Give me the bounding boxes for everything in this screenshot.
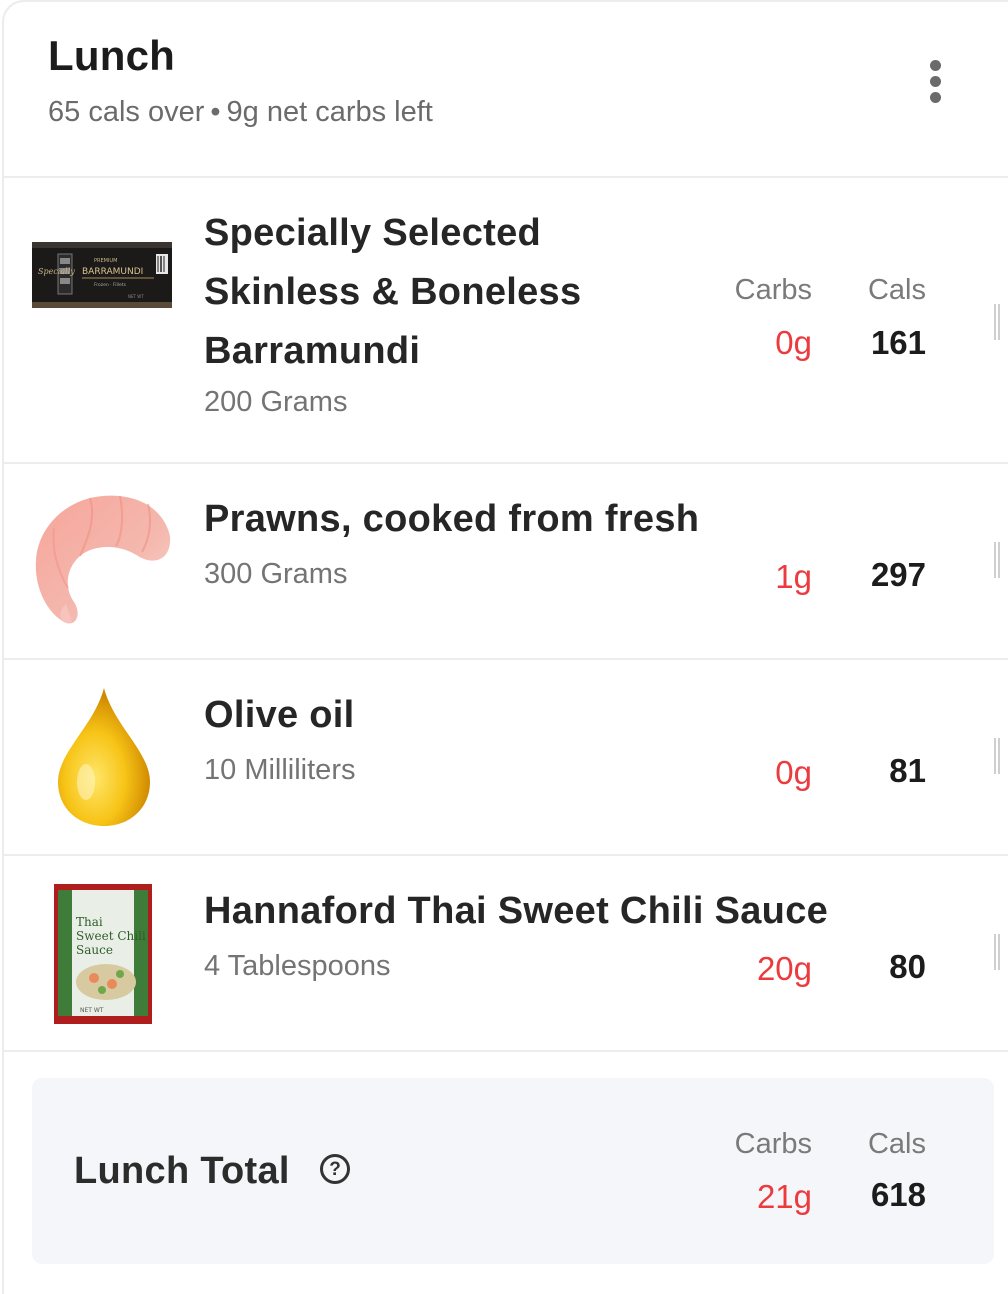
- food-name: Specially Selected Skinless & Boneless B…: [204, 212, 582, 372]
- svg-text:NET WT: NET WT: [80, 1007, 104, 1014]
- svg-text:PREMIUM: PREMIUM: [94, 258, 117, 264]
- svg-text:Specially: Specially: [38, 267, 75, 276]
- svg-text:Sweet Chili: Sweet Chili: [76, 929, 146, 943]
- total-carbs: 21g: [756, 1178, 812, 1215]
- meal-header: Lunch 65 cals over • 9g net carbs left: [4, 2, 1008, 178]
- drag-handle-icon[interactable]: [992, 304, 1002, 340]
- sauce-jar-icon: Thai Sweet Chili Sauce NET WT: [54, 884, 152, 1024]
- food-serving: 200 Grams: [204, 386, 348, 418]
- meal-title: Lunch: [48, 32, 175, 79]
- food-calories: 81: [889, 752, 926, 789]
- food-row-barramundi[interactable]: Specially PREMIUM BARRAMUNDI Frozen · Fi…: [4, 178, 1008, 464]
- carbs-column-label: Carbs: [734, 274, 812, 306]
- svg-text:Frozen · Fillets: Frozen · Fillets: [94, 282, 127, 288]
- calories-over-text: 65 cals over: [48, 96, 205, 128]
- food-row-prawns[interactable]: Prawns, cooked from fresh 300 Grams 1g 2…: [4, 464, 1008, 660]
- drag-handle-icon[interactable]: [992, 542, 1002, 578]
- food-calories: 80: [889, 948, 926, 985]
- more-options-icon[interactable]: [914, 54, 958, 110]
- package-label: BARRAMUNDI: [82, 267, 143, 277]
- food-serving: 10 Milliliters: [204, 754, 356, 786]
- prawn-icon: [30, 488, 178, 628]
- svg-text:NET WT: NET WT: [128, 294, 144, 299]
- oil-drop-icon: [56, 686, 152, 828]
- total-label: Lunch Total: [74, 1150, 290, 1192]
- food-name: Hannaford Thai Sweet Chili Sauce: [204, 890, 829, 932]
- total-carbs-label: Carbs: [734, 1128, 812, 1160]
- drag-handle-icon[interactable]: [992, 738, 1002, 774]
- food-row-olive-oil[interactable]: Olive oil 10 Milliliters 0g 81: [4, 660, 1008, 856]
- food-name: Olive oil: [204, 694, 355, 736]
- total-cals-label: Cals: [867, 1128, 926, 1160]
- total-calories: 618: [870, 1176, 926, 1213]
- food-serving: 4 Tablespoons: [204, 950, 391, 982]
- meal-card: Lunch 65 cals over • 9g net carbs left Spe…: [2, 0, 1008, 1294]
- food-carbs: 0g: [775, 324, 812, 361]
- fish-package-icon: Specially PREMIUM BARRAMUNDI Frozen · Fi…: [32, 240, 172, 310]
- food-carbs: 20g: [756, 950, 812, 987]
- food-calories: 161: [870, 324, 926, 361]
- food-carbs: 1g: [775, 558, 812, 595]
- food-carbs: 0g: [775, 754, 812, 791]
- meal-summary: 65 cals over • 9g net carbs left: [48, 96, 433, 129]
- food-name: Prawns, cooked from fresh: [204, 498, 700, 540]
- net-carbs-left-text: 9g net carbs left: [226, 96, 433, 128]
- food-serving: 300 Grams: [204, 558, 348, 590]
- separator-dot: •: [210, 96, 221, 128]
- food-calories: 297: [870, 556, 926, 593]
- svg-text:Thai: Thai: [76, 915, 103, 929]
- meal-total-panel: Lunch Total ? Carbs Cals 21g 618: [32, 1078, 994, 1264]
- svg-text:Sauce: Sauce: [76, 943, 113, 957]
- cals-column-label: Cals: [867, 274, 926, 306]
- help-icon[interactable]: ?: [320, 1154, 350, 1184]
- food-row-sweet-chili-sauce[interactable]: Thai Sweet Chili Sauce NET WT Hannaford …: [4, 856, 1008, 1052]
- drag-handle-icon[interactable]: [992, 934, 1002, 970]
